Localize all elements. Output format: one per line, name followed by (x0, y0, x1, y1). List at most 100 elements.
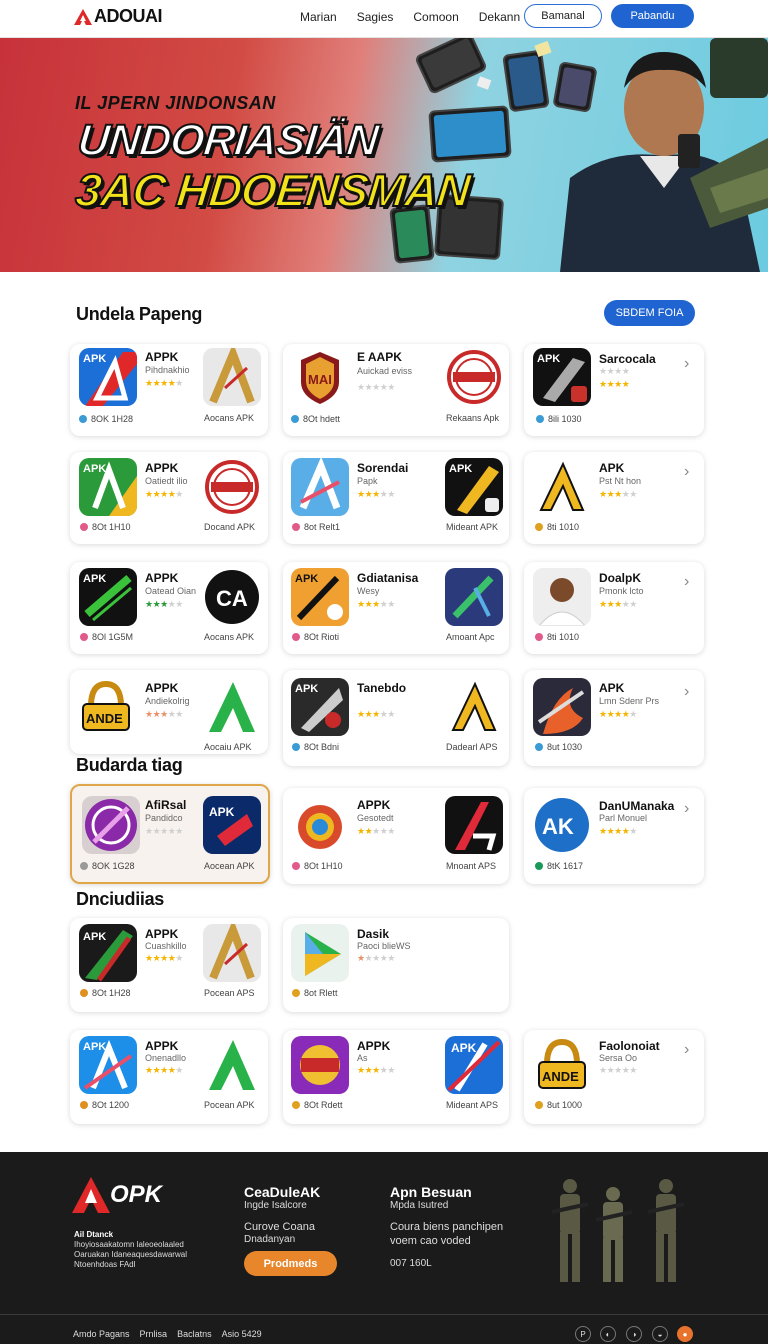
app-name[interactable]: APPK (145, 350, 178, 364)
app-icon[interactable] (203, 678, 261, 736)
app-icon[interactable] (445, 458, 503, 516)
app-name[interactable]: APPK (357, 798, 390, 812)
app-name[interactable]: APPK (145, 1039, 178, 1053)
app-icon[interactable] (291, 798, 349, 856)
app-icon[interactable] (291, 678, 349, 736)
app-label[interactable]: Docand APK (204, 522, 255, 532)
app-label[interactable]: Aocean APK (204, 861, 255, 871)
nav-item[interactable]: Marian (300, 9, 337, 25)
app-icon[interactable] (445, 678, 503, 736)
app-icon[interactable] (79, 1036, 137, 1094)
app-icon[interactable] (291, 568, 349, 626)
app-icon[interactable] (79, 924, 137, 982)
secondary-button[interactable]: Bamanal (524, 4, 602, 28)
app-icon[interactable] (291, 924, 349, 982)
nav-item[interactable]: Comoon (413, 9, 458, 25)
app-label[interactable]: Aocaiu APK (204, 742, 252, 752)
primary-button[interactable]: Pabandu (611, 4, 694, 28)
rating-stars: ★★★★★ (599, 1065, 637, 1075)
app-icon[interactable] (203, 568, 261, 626)
chevron-right-icon[interactable]: › (684, 355, 689, 373)
app-icon[interactable] (291, 1036, 349, 1094)
social-icon[interactable]: ◐ (600, 1326, 616, 1342)
app-icon[interactable] (533, 1036, 591, 1094)
app-name[interactable]: APPK (145, 461, 178, 475)
chevron-right-icon[interactable]: › (684, 573, 689, 591)
app-icon[interactable] (445, 1036, 503, 1094)
app-name[interactable]: Sorendai (357, 461, 408, 475)
app-name[interactable]: APK (599, 681, 624, 695)
footer-cta-button[interactable]: Prodmeds (244, 1251, 337, 1276)
app-icon[interactable] (203, 796, 261, 854)
social-icon[interactable]: ◑ (626, 1326, 642, 1342)
app-name[interactable]: Dasik (357, 927, 389, 941)
app-label[interactable]: Dadearl APS (446, 742, 498, 752)
app-name[interactable]: Sarcocala (599, 352, 656, 366)
app-icon[interactable] (203, 348, 261, 406)
footer-link[interactable]: Dnadanyan (244, 1233, 295, 1247)
app-label[interactable]: Rekaans Apk (446, 413, 499, 423)
nav-item[interactable]: Dekann (479, 9, 520, 25)
footer-link[interactable]: Curove Coana (244, 1220, 315, 1234)
app-label[interactable]: Mnoant APS (446, 861, 496, 871)
app-label[interactable]: Mideant APK (446, 522, 498, 532)
app-name[interactable]: APPK (145, 681, 178, 695)
app-icon[interactable] (79, 568, 137, 626)
footer-logo-text: OPK (110, 1181, 163, 1208)
app-name[interactable]: Faolonoiat (599, 1039, 660, 1053)
social-icon[interactable]: ◒ (652, 1326, 668, 1342)
app-label[interactable]: Aocans APK (204, 413, 254, 423)
footer-link[interactable]: Coura biens panchipen (390, 1220, 503, 1234)
app-icon[interactable] (203, 924, 261, 982)
app-name[interactable]: Tanebdo (357, 681, 406, 695)
rss-icon[interactable]: ● (677, 1326, 693, 1342)
app-label[interactable]: Aocans APK (204, 632, 254, 642)
app-label[interactable]: Mideant APS (446, 1100, 498, 1110)
app-name[interactable]: AfiRsal (145, 798, 186, 812)
app-name[interactable]: APPK (357, 1039, 390, 1053)
hero-banner[interactable]: IL JPERN JINDONSAN UNDORIASIÄN 3AC HDOEN… (0, 38, 768, 272)
footer-bottom-link[interactable]: Prnlisa (140, 1329, 168, 1339)
app-icon[interactable] (79, 348, 137, 406)
app-name[interactable]: DanUManaka (599, 799, 674, 813)
app-name[interactable]: APPK (145, 571, 178, 585)
pinterest-icon[interactable]: P (575, 1326, 591, 1342)
app-icon[interactable] (203, 458, 261, 516)
app-label[interactable]: Pocean APS (204, 988, 255, 998)
app-icon[interactable] (445, 568, 503, 626)
app-icon[interactable] (82, 796, 140, 854)
footer-link[interactable]: voem cao voded (390, 1234, 471, 1248)
footer-logo[interactable]: OPK (72, 1177, 162, 1213)
soldiers-image (551, 1179, 685, 1282)
footer-bottom-link[interactable]: Asio 5429 (222, 1329, 262, 1339)
footer-bottom-link[interactable]: Amdo Pagans (73, 1329, 130, 1339)
chevron-right-icon[interactable]: › (684, 1041, 689, 1059)
app-meta: 8ot Relt1 (292, 522, 340, 532)
app-icon[interactable] (533, 458, 591, 516)
app-name[interactable]: DoalpK (599, 571, 641, 585)
app-icon[interactable] (79, 458, 137, 516)
see-all-button[interactable]: SBDEM FOIA (604, 300, 695, 326)
app-icon[interactable] (291, 458, 349, 516)
app-icon[interactable] (533, 796, 591, 854)
app-icon[interactable] (533, 348, 591, 406)
app-name[interactable]: APPK (145, 927, 178, 941)
chevron-right-icon[interactable]: › (684, 800, 689, 818)
nav-item[interactable]: Sagies (357, 9, 394, 25)
app-icon[interactable] (203, 1036, 261, 1094)
app-name[interactable]: APK (599, 461, 624, 475)
app-label[interactable]: Pocean APK (204, 1100, 255, 1110)
chevron-right-icon[interactable]: › (684, 463, 689, 481)
app-name[interactable]: Gdiatanisa (357, 571, 418, 585)
app-icon[interactable] (445, 348, 503, 406)
app-label[interactable]: Amoant Apc (446, 632, 495, 642)
site-logo[interactable]: ADOUAI (74, 6, 163, 27)
app-icon[interactable] (533, 568, 591, 626)
footer-bottom-link[interactable]: Baclatns (177, 1329, 212, 1339)
app-icon[interactable] (533, 678, 591, 736)
app-icon[interactable] (445, 796, 503, 854)
app-name[interactable]: E AAPK (357, 350, 402, 364)
chevron-right-icon[interactable]: › (684, 683, 689, 701)
app-icon[interactable] (77, 678, 135, 736)
app-icon[interactable] (291, 348, 349, 406)
